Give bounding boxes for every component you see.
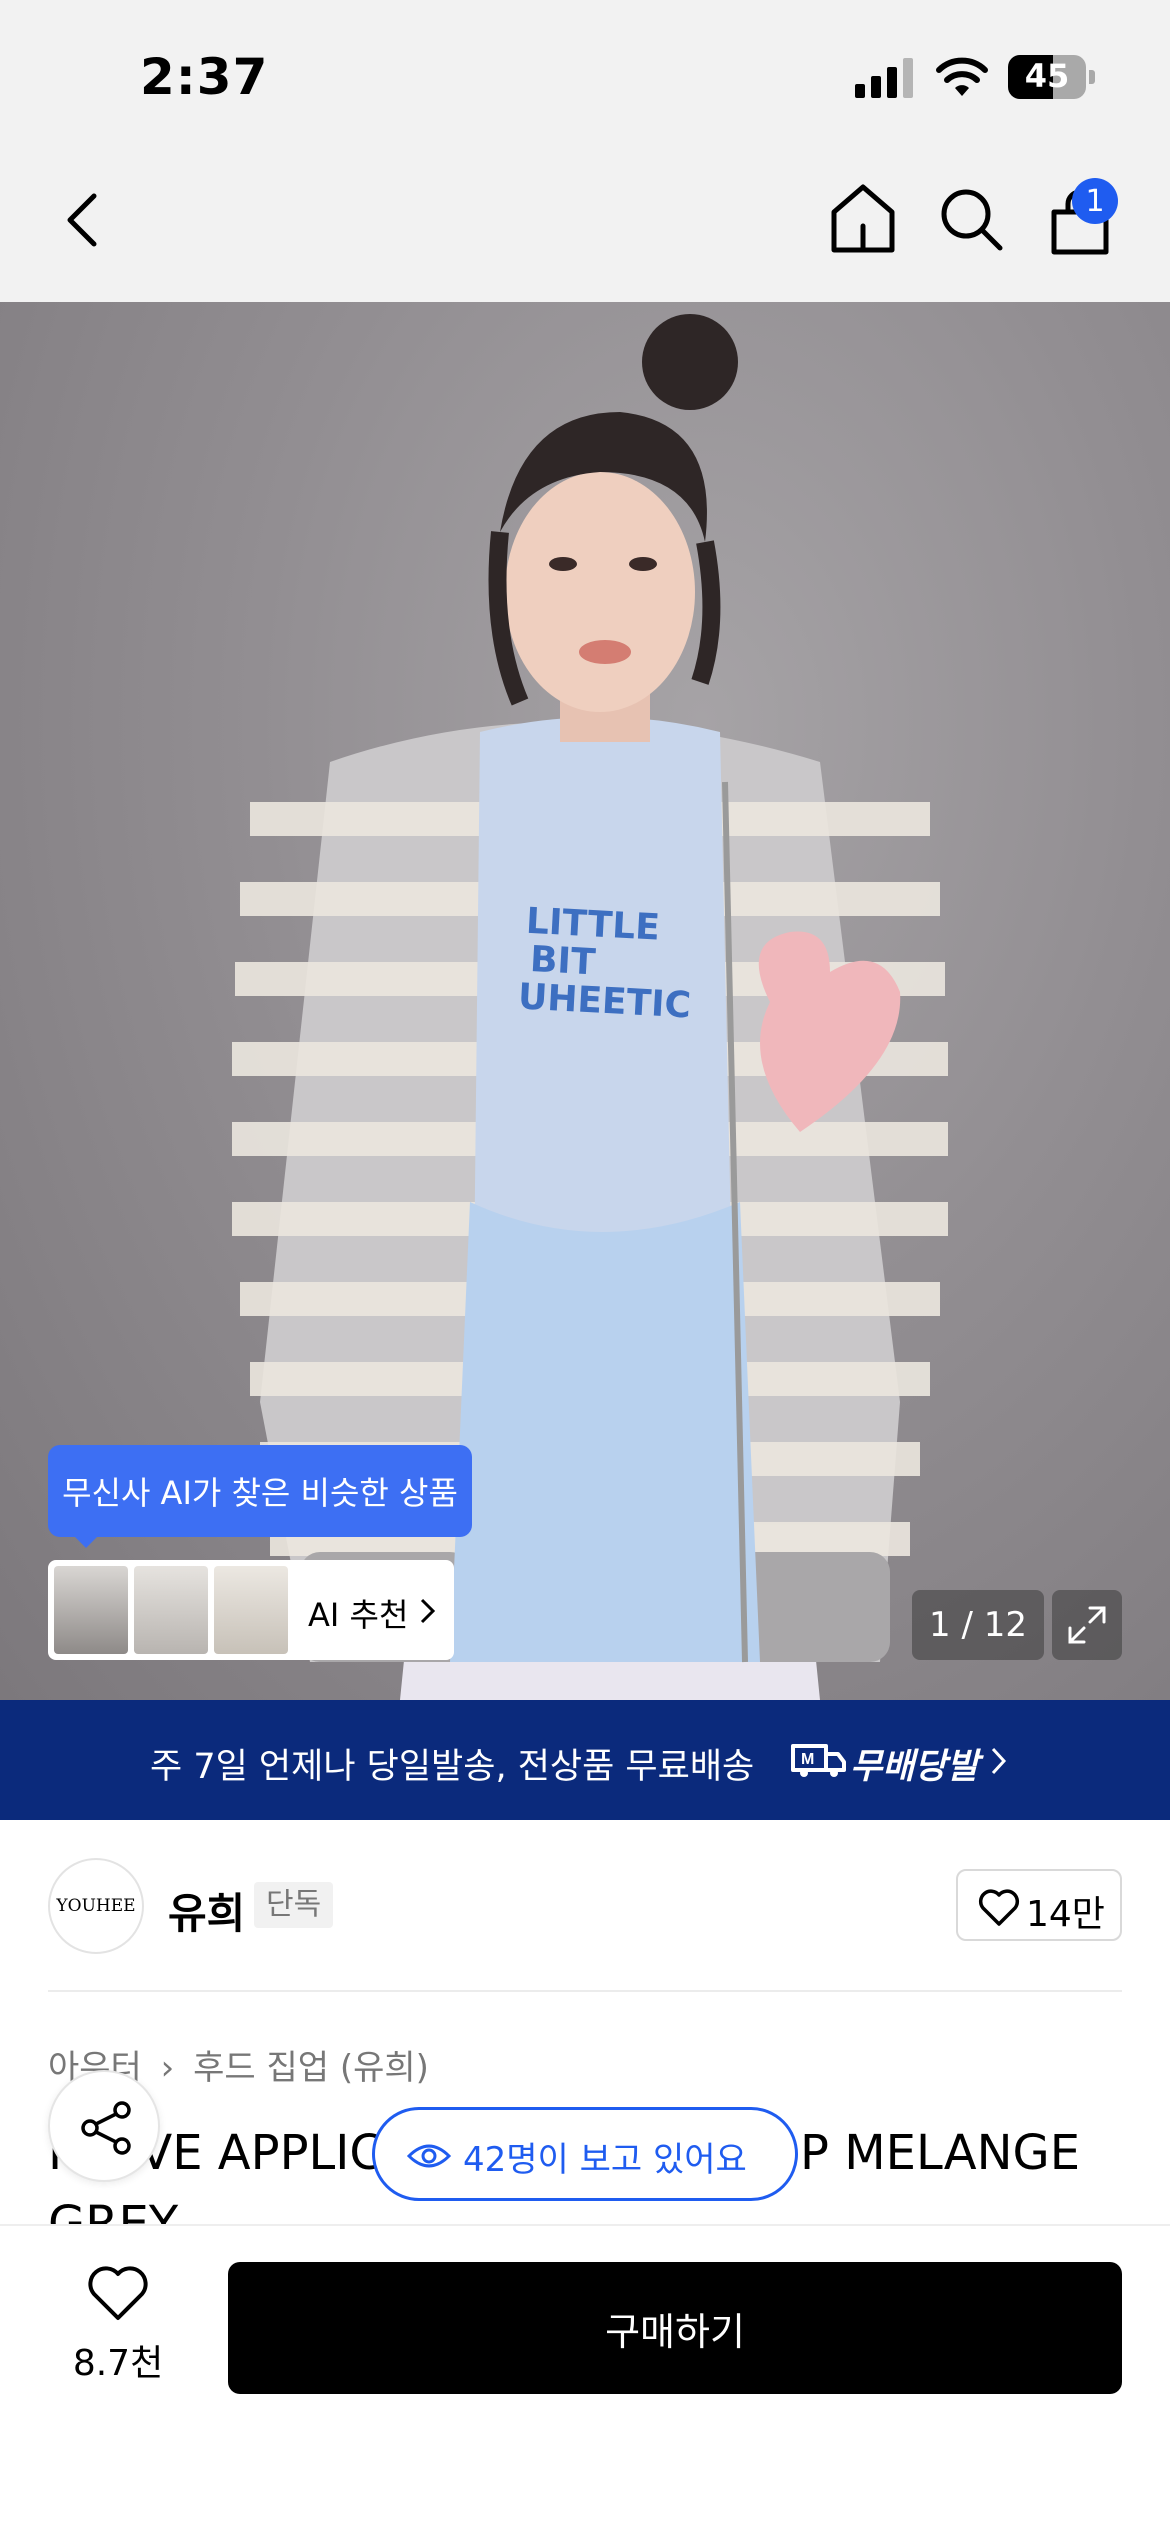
brand-name[interactable]: 유희 xyxy=(168,1880,245,1941)
recommend-thumb[interactable] xyxy=(54,1566,128,1654)
heart-icon xyxy=(978,1889,1020,1926)
recommend-thumb[interactable] xyxy=(134,1566,208,1654)
breadcrumb-separator: › xyxy=(160,2048,175,2088)
signal-icon xyxy=(855,58,913,98)
cart-count-badge: 1 xyxy=(1072,178,1118,224)
recommend-thumb[interactable] xyxy=(214,1566,288,1654)
viewers-text: 42명이 보고 있어요 xyxy=(463,2140,747,2180)
breadcrumb-subcategory[interactable]: 후드 집업 (유희) xyxy=(193,2048,429,2088)
chevron-right-icon xyxy=(420,1598,436,1624)
back-icon[interactable] xyxy=(58,190,108,250)
expand-icon xyxy=(1068,1606,1106,1644)
status-time: 2:37 xyxy=(140,48,269,106)
brand-logo[interactable]: YOUHEE xyxy=(48,1858,144,1954)
shirt-print-line: UHEETIC xyxy=(517,976,692,1027)
wifi-icon xyxy=(936,57,988,96)
eye-icon xyxy=(407,2144,451,2168)
ai-recommend-card[interactable]: AI 추천 xyxy=(48,1560,454,1660)
truck-icon: M xyxy=(791,1744,846,1777)
exclusive-tag: 단독 xyxy=(254,1882,334,1928)
chevron-right-icon xyxy=(991,1747,1007,1775)
image-counter: 1 / 12 xyxy=(912,1590,1044,1660)
delivery-banner-text: 주 7일 언제나 당일발송, 전상품 무료배송 xyxy=(150,1747,755,1787)
ai-similar-tooltip: 무신사 AI가 찾은 비슷한 상품 xyxy=(48,1445,472,1537)
battery-icon: 45 xyxy=(1008,55,1086,99)
brand-logo-text: YOUHEE xyxy=(56,1896,136,1916)
svg-text:M: M xyxy=(801,1751,814,1768)
shirt-print: LITTLE BIT UHEETIC xyxy=(517,901,696,1027)
brand-like-button[interactable]: 14만 xyxy=(956,1869,1122,1941)
battery-level: 45 xyxy=(1024,57,1070,95)
divider xyxy=(48,1990,1122,1992)
product-image-carousel[interactable]: LITTLE BIT UHEETIC 무신사 AI가 찾은 비슷한 상품 AI … xyxy=(0,302,1170,1700)
top-nav: 1 xyxy=(0,150,1170,302)
delivery-banner[interactable]: 주 7일 언제나 당일발송, 전상품 무료배송 M 무배당발 xyxy=(0,1700,1170,1820)
viewers-badge: 42명이 보고 있어요 xyxy=(372,2107,798,2201)
search-icon[interactable] xyxy=(938,186,1006,254)
share-icon xyxy=(81,2101,131,2155)
battery-cap xyxy=(1089,70,1095,84)
home-icon[interactable] xyxy=(828,182,898,254)
buy-button[interactable]: 구매하기 xyxy=(228,2262,1122,2394)
share-button[interactable] xyxy=(48,2070,160,2182)
delivery-badge: 무배당발 xyxy=(850,1747,979,1787)
wishlist-count: 8.7천 xyxy=(72,2343,164,2384)
expand-button[interactable] xyxy=(1052,1590,1122,1660)
product-title-continued: P MELANGE xyxy=(800,2125,1081,2181)
tooltip-arrow xyxy=(72,1534,100,1548)
ai-recommend-label: AI 추천 xyxy=(308,1596,409,1634)
wishlist-heart-icon[interactable] xyxy=(86,2266,150,2322)
status-bar: 2:37 45 xyxy=(0,0,1170,150)
brand-like-count: 14만 xyxy=(1026,1894,1105,1935)
